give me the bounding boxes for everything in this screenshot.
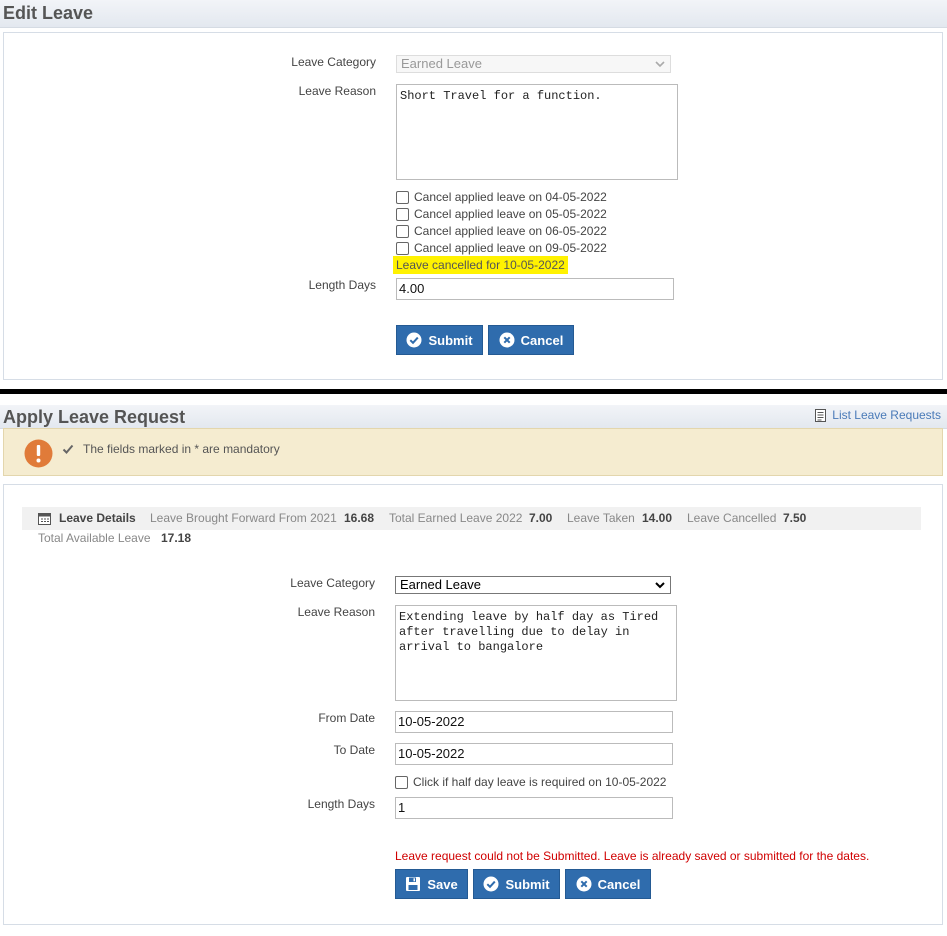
cancel-label: Cancel (520, 332, 564, 348)
checkbox[interactable] (396, 207, 409, 221)
page-title: Edit Leave (3, 3, 94, 23)
cancel-option-label: Cancel applied leave on 09-05-2022 (414, 241, 607, 255)
submit-button[interactable]: Submit (396, 325, 483, 355)
available-leave-label: Total Available Leave (38, 531, 151, 545)
half-day-option[interactable]: Click if half day leave is required on 1… (395, 775, 666, 789)
available-leave-value: 17.18 (161, 531, 192, 545)
leave-summary: Leave Details Leave Brought Forward From… (22, 507, 921, 530)
leave-category-label: Leave Category (290, 576, 375, 590)
total-earned-value: 7.00 (529, 511, 553, 525)
notice-text: The fields marked in * are mandatory (83, 442, 280, 456)
calendar-icon (38, 513, 51, 525)
leave-category-select[interactable]: Earned Leave (395, 576, 671, 594)
length-days-input[interactable]: 1 (395, 797, 673, 819)
leave-taken-value: 14.00 (642, 511, 673, 525)
cancel-option-label: Cancel applied leave on 06-05-2022 (414, 224, 607, 238)
cancel-button[interactable]: Cancel (565, 869, 651, 899)
floppy-disk-icon (406, 877, 421, 891)
leave-reason-label: Leave Reason (297, 605, 375, 619)
length-days-input[interactable]: 4.00 (396, 278, 674, 300)
list-leave-requests-label: List Leave Requests (832, 408, 941, 422)
cancel-option-label: Cancel applied leave on 04-05-2022 (414, 190, 607, 204)
submit-label: Submit (428, 332, 473, 348)
error-message: Leave request could not be Submitted. Le… (395, 849, 870, 863)
leave-cancelled-label: Leave Cancelled (687, 511, 777, 525)
close-circle-icon (499, 332, 515, 348)
check-circle-icon (406, 332, 422, 348)
to-date-input[interactable]: 10-05-2022 (395, 743, 673, 765)
cancel-option-row[interactable]: Cancel applied leave on 04-05-2022 (396, 190, 607, 204)
to-date-label: To Date (333, 743, 375, 757)
chevron-down-icon (655, 582, 665, 589)
cancel-button[interactable]: Cancel (488, 325, 574, 355)
brought-forward-label: Leave Brought Forward From 2021 (150, 511, 337, 525)
submit-label: Submit (505, 876, 550, 892)
brought-forward-value: 16.68 (344, 511, 375, 525)
leave-details-heading: Leave Details (59, 511, 136, 525)
from-date-label: From Date (318, 711, 375, 725)
page-title: Apply Leave Request (3, 407, 186, 427)
apply-leave-header: Apply Leave Request List Leave Requests (0, 405, 947, 429)
warning-icon (24, 439, 53, 468)
leave-reason-textarea[interactable]: Short Travel for a function. (396, 84, 678, 180)
length-days-label: Length Days (307, 797, 375, 811)
leave-cancelled-note: Leave cancelled for 10-05-2022 (393, 256, 568, 274)
mandatory-fields-notice: The fields marked in * are mandatory (3, 428, 943, 476)
save-button[interactable]: Save (395, 869, 468, 899)
leave-category-label: Leave Category (291, 55, 376, 69)
length-days-label: Length Days (308, 278, 376, 292)
leave-cancelled-value: 7.50 (783, 511, 807, 525)
list-leave-requests-link[interactable]: List Leave Requests (815, 408, 941, 422)
half-day-label: Click if half day leave is required on 1… (413, 775, 667, 789)
close-circle-icon (576, 876, 592, 892)
leave-category-value: Earned Leave (400, 577, 481, 592)
cancel-option-row[interactable]: Cancel applied leave on 09-05-2022 (396, 241, 607, 255)
leave-reason-label: Leave Reason (298, 84, 376, 98)
cancel-label: Cancel (597, 876, 641, 892)
checkbox[interactable] (396, 241, 409, 255)
checkbox[interactable] (395, 775, 408, 789)
leave-category-select[interactable]: Earned Leave (396, 55, 671, 73)
leave-category-value: Earned Leave (401, 56, 482, 71)
checkbox[interactable] (396, 190, 409, 204)
leave-taken-label: Leave Taken (567, 511, 635, 525)
checkbox[interactable] (396, 224, 409, 238)
chevron-down-icon (655, 61, 665, 68)
cancel-option-row[interactable]: Cancel applied leave on 06-05-2022 (396, 224, 607, 238)
edit-leave-header: Edit Leave (0, 0, 947, 28)
submit-button[interactable]: Submit (473, 869, 560, 899)
leave-reason-textarea[interactable]: Extending leave by half day as Tired aft… (395, 605, 677, 701)
cancel-option-label: Cancel applied leave on 05-05-2022 (414, 207, 607, 221)
save-label: Save (427, 876, 458, 892)
document-icon (815, 408, 827, 422)
check-circle-icon (483, 876, 499, 892)
cancel-option-row[interactable]: Cancel applied leave on 05-05-2022 (396, 207, 607, 221)
from-date-input[interactable]: 10-05-2022 (395, 711, 673, 733)
total-earned-label: Total Earned Leave 2022 (389, 511, 523, 525)
divider (0, 389, 947, 394)
check-icon (62, 444, 74, 454)
